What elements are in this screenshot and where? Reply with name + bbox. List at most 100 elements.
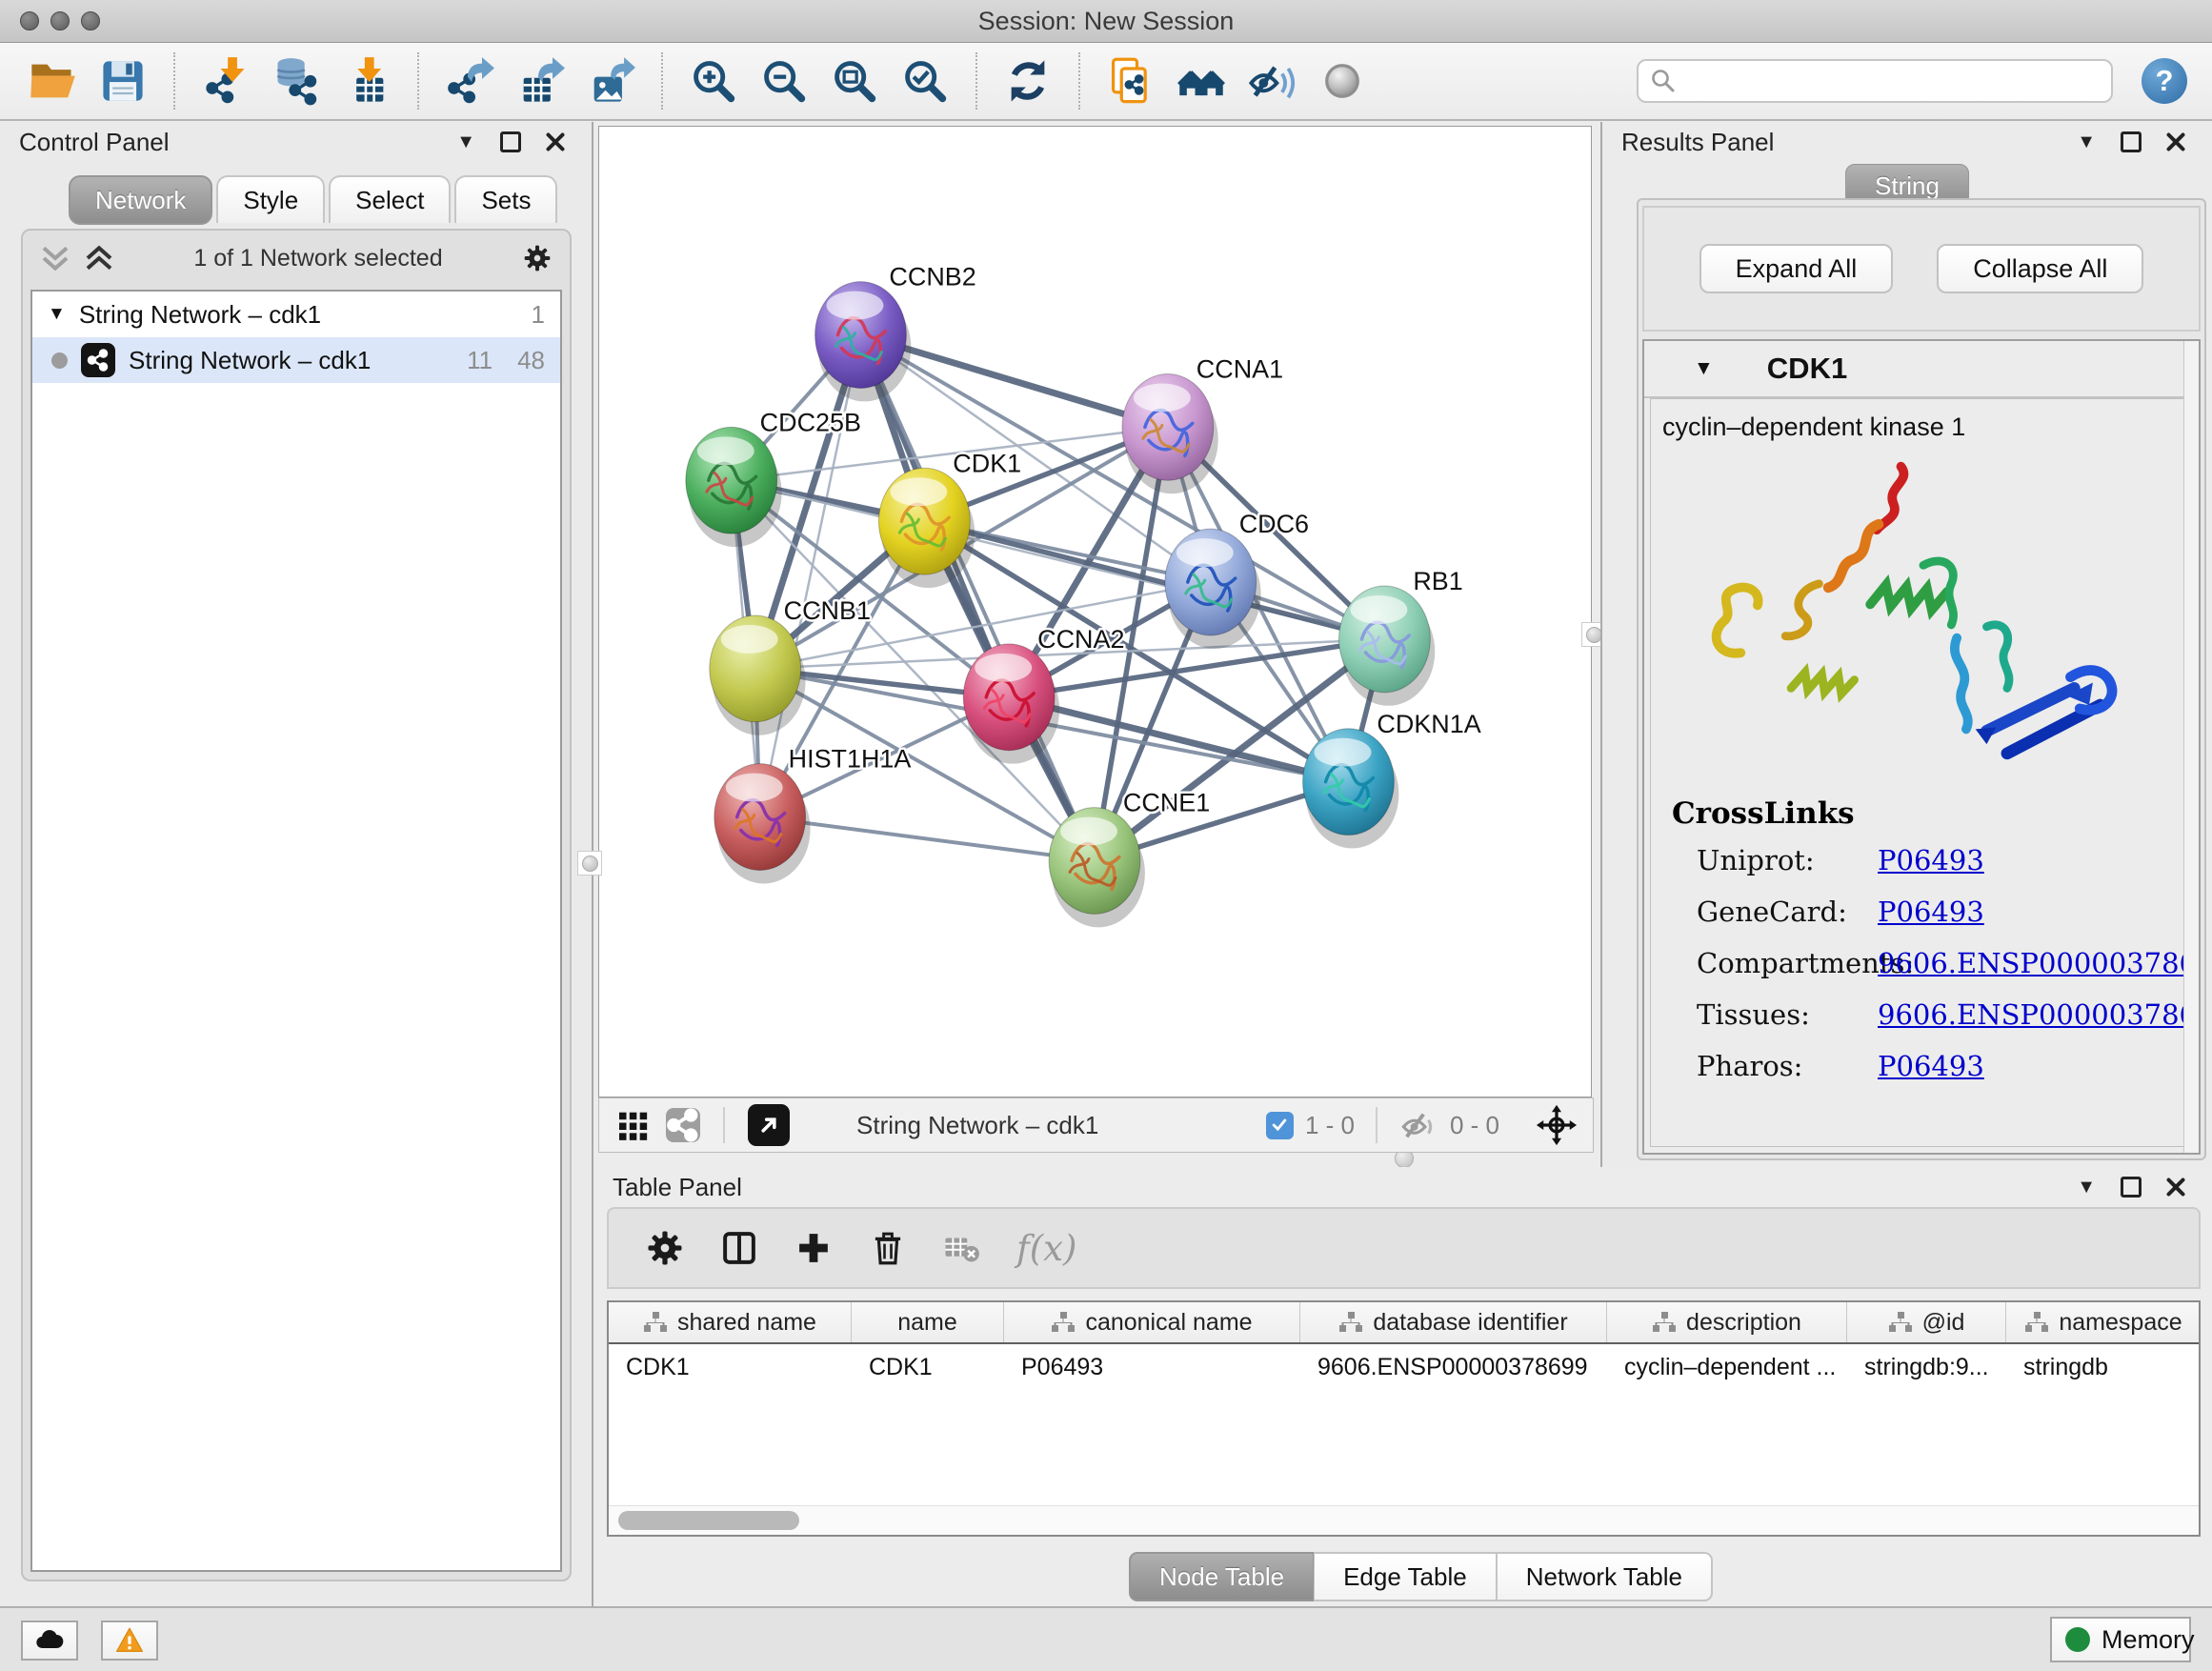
control-panel-float-button[interactable] bbox=[493, 131, 529, 152]
network-edge-CCNB2-CCNE1[interactable] bbox=[860, 335, 1095, 861]
expand-all-icon[interactable] bbox=[84, 243, 114, 273]
network-node-CCNE1[interactable] bbox=[1049, 808, 1145, 928]
results-scrollbar[interactable] bbox=[2183, 341, 2199, 1153]
tab-sets[interactable]: Sets bbox=[454, 175, 557, 223]
warnings-button[interactable] bbox=[101, 1621, 158, 1661]
memory-button[interactable]: Memory bbox=[2050, 1617, 2191, 1662]
gear-icon[interactable] bbox=[522, 243, 553, 273]
scrollbar-thumb[interactable] bbox=[618, 1511, 799, 1530]
hidden-eye-icon[interactable] bbox=[1398, 1105, 1438, 1145]
column-header-shared-name[interactable]: shared name bbox=[609, 1302, 852, 1342]
network-node-HIST1H1A[interactable] bbox=[714, 764, 811, 884]
column-header-database-identifier[interactable]: database identifier bbox=[1300, 1302, 1607, 1342]
network-node-CCNB2[interactable] bbox=[815, 282, 912, 402]
export-network-button[interactable] bbox=[442, 53, 497, 109]
results-panel-float-button[interactable] bbox=[2113, 131, 2149, 152]
collapse-all-button[interactable]: Collapse All bbox=[1937, 244, 2143, 293]
network-node-CDC6[interactable] bbox=[1165, 529, 1261, 649]
control-panel-collapse-button[interactable]: ▼ bbox=[449, 131, 483, 153]
open-session-button[interactable] bbox=[25, 53, 80, 109]
network-canvas[interactable]: CCNB2CCNA1CDC25BCDK1CDC6RB1CCNB1CCNA2CDK… bbox=[598, 126, 1592, 1097]
import-network-database-button[interactable] bbox=[269, 53, 324, 109]
fit-content-button[interactable] bbox=[827, 53, 882, 109]
network-view-type-icon[interactable] bbox=[666, 1108, 700, 1142]
grid-view-icon[interactable] bbox=[614, 1106, 653, 1144]
search-input[interactable] bbox=[1684, 67, 2100, 95]
crosslink-label: Pharos: bbox=[1697, 1050, 1878, 1082]
show-columns-button[interactable] bbox=[719, 1228, 759, 1268]
control-panel-close-button[interactable] bbox=[538, 132, 573, 151]
tab-select[interactable]: Select bbox=[329, 175, 451, 223]
tab-node-table[interactable]: Node Table bbox=[1129, 1552, 1314, 1601]
network-row[interactable]: String Network – cdk1 11 48 bbox=[32, 337, 560, 383]
table-cell[interactable]: 9606.ENSP00000378699 bbox=[1300, 1354, 1607, 1381]
column-header-canonical-name[interactable]: canonical name bbox=[1004, 1302, 1300, 1342]
detach-view-button[interactable] bbox=[748, 1104, 790, 1146]
left-splitter-handle[interactable] bbox=[577, 851, 602, 876]
tab-network-table[interactable]: Network Table bbox=[1497, 1552, 1713, 1601]
table-cell[interactable]: stringdb bbox=[2006, 1354, 2201, 1381]
column-header-namespace[interactable]: namespace bbox=[2006, 1302, 2201, 1342]
gene-expand-icon[interactable]: ▼ bbox=[1694, 357, 1714, 380]
help-button[interactable]: ? bbox=[2142, 58, 2187, 104]
toolbar-separator bbox=[173, 52, 175, 110]
zoom-selected-button[interactable] bbox=[897, 53, 953, 109]
table-cell[interactable]: CDK1 bbox=[609, 1354, 852, 1381]
results-panel-close-button[interactable] bbox=[2159, 132, 2193, 151]
open-in-browser-button[interactable] bbox=[1103, 53, 1158, 109]
network-node-CDC25B[interactable] bbox=[686, 427, 782, 547]
cloud-status-button[interactable] bbox=[21, 1621, 78, 1661]
export-table-button[interactable] bbox=[513, 53, 568, 109]
string-home-button[interactable] bbox=[1174, 53, 1229, 109]
preview-sphere-button[interactable] bbox=[1315, 53, 1370, 109]
table-horizontal-scrollbar[interactable] bbox=[609, 1505, 2199, 1535]
crosslink-value-link[interactable]: P06493 bbox=[1878, 896, 1984, 928]
function-builder-button[interactable]: f(x) bbox=[1016, 1228, 1076, 1269]
tab-network[interactable]: Network bbox=[69, 175, 212, 225]
delete-column-button[interactable] bbox=[868, 1228, 908, 1268]
table-cell[interactable]: cyclin–dependent ... bbox=[1607, 1354, 1847, 1381]
table-cell[interactable]: stringdb:9... bbox=[1847, 1354, 2006, 1381]
refresh-view-button[interactable] bbox=[1000, 53, 1056, 109]
table-panel-float-button[interactable] bbox=[2113, 1177, 2149, 1198]
column-header-name[interactable]: name bbox=[852, 1302, 1004, 1342]
collapse-all-icon[interactable] bbox=[40, 243, 70, 273]
import-table-button[interactable] bbox=[339, 53, 394, 109]
delete-table-button[interactable] bbox=[942, 1228, 982, 1268]
network-node-CDK1[interactable] bbox=[878, 468, 975, 588]
crosslink-value-link[interactable]: 9606.ENSP00000378699 bbox=[1878, 998, 2193, 1031]
search-box[interactable] bbox=[1637, 59, 2113, 103]
results-panel-collapse-button[interactable]: ▼ bbox=[2069, 131, 2103, 153]
export-image-button[interactable] bbox=[583, 53, 638, 109]
zoom-in-button[interactable] bbox=[686, 53, 741, 109]
table-settings-button[interactable] bbox=[645, 1228, 685, 1268]
gene-section-header[interactable]: ▼ CDK1 bbox=[1644, 341, 2199, 398]
network-collection-row[interactable]: ▼ String Network – cdk1 1 bbox=[32, 292, 560, 337]
collection-expand-icon[interactable]: ▼ bbox=[48, 304, 66, 325]
network-edge-CDK1-RB1[interactable] bbox=[924, 521, 1384, 639]
zoom-out-button[interactable] bbox=[756, 53, 812, 109]
network-node-CCNA2[interactable] bbox=[963, 644, 1059, 764]
save-session-button[interactable] bbox=[95, 53, 151, 109]
network-edge-HIST1H1A-CCNE1[interactable] bbox=[760, 817, 1095, 861]
crosshair-move-icon[interactable] bbox=[1536, 1104, 1578, 1146]
expand-all-button[interactable]: Expand All bbox=[1699, 244, 1894, 293]
table-cell[interactable]: CDK1 bbox=[852, 1354, 1004, 1381]
column-header--id[interactable]: @id bbox=[1847, 1302, 2006, 1342]
crosslink-value-link[interactable]: P06493 bbox=[1878, 1050, 1984, 1082]
hide-graphics-button[interactable] bbox=[1244, 53, 1299, 109]
tab-style[interactable]: Style bbox=[216, 175, 325, 223]
create-column-button[interactable] bbox=[794, 1228, 834, 1268]
table-panel-close-button[interactable] bbox=[2159, 1178, 2193, 1197]
tab-edge-table[interactable]: Edge Table bbox=[1314, 1552, 1497, 1601]
column-header-description[interactable]: description bbox=[1607, 1302, 1847, 1342]
crosslink-value-link[interactable]: 9606.ENSP00000378699 bbox=[1878, 947, 2193, 979]
import-network-file-button[interactable] bbox=[198, 53, 253, 109]
table-cell[interactable]: P06493 bbox=[1004, 1354, 1300, 1381]
table-row[interactable]: CDK1CDK1P064939606.ENSP00000378699cyclin… bbox=[609, 1344, 2199, 1390]
crosslink-value-link[interactable]: P06493 bbox=[1878, 844, 1984, 876]
network-node-CDKN1A[interactable] bbox=[1303, 729, 1399, 849]
network-node-RB1[interactable] bbox=[1338, 586, 1435, 706]
table-panel-collapse-button[interactable]: ▼ bbox=[2069, 1177, 2103, 1198]
selected-checkbox[interactable] bbox=[1266, 1112, 1294, 1139]
